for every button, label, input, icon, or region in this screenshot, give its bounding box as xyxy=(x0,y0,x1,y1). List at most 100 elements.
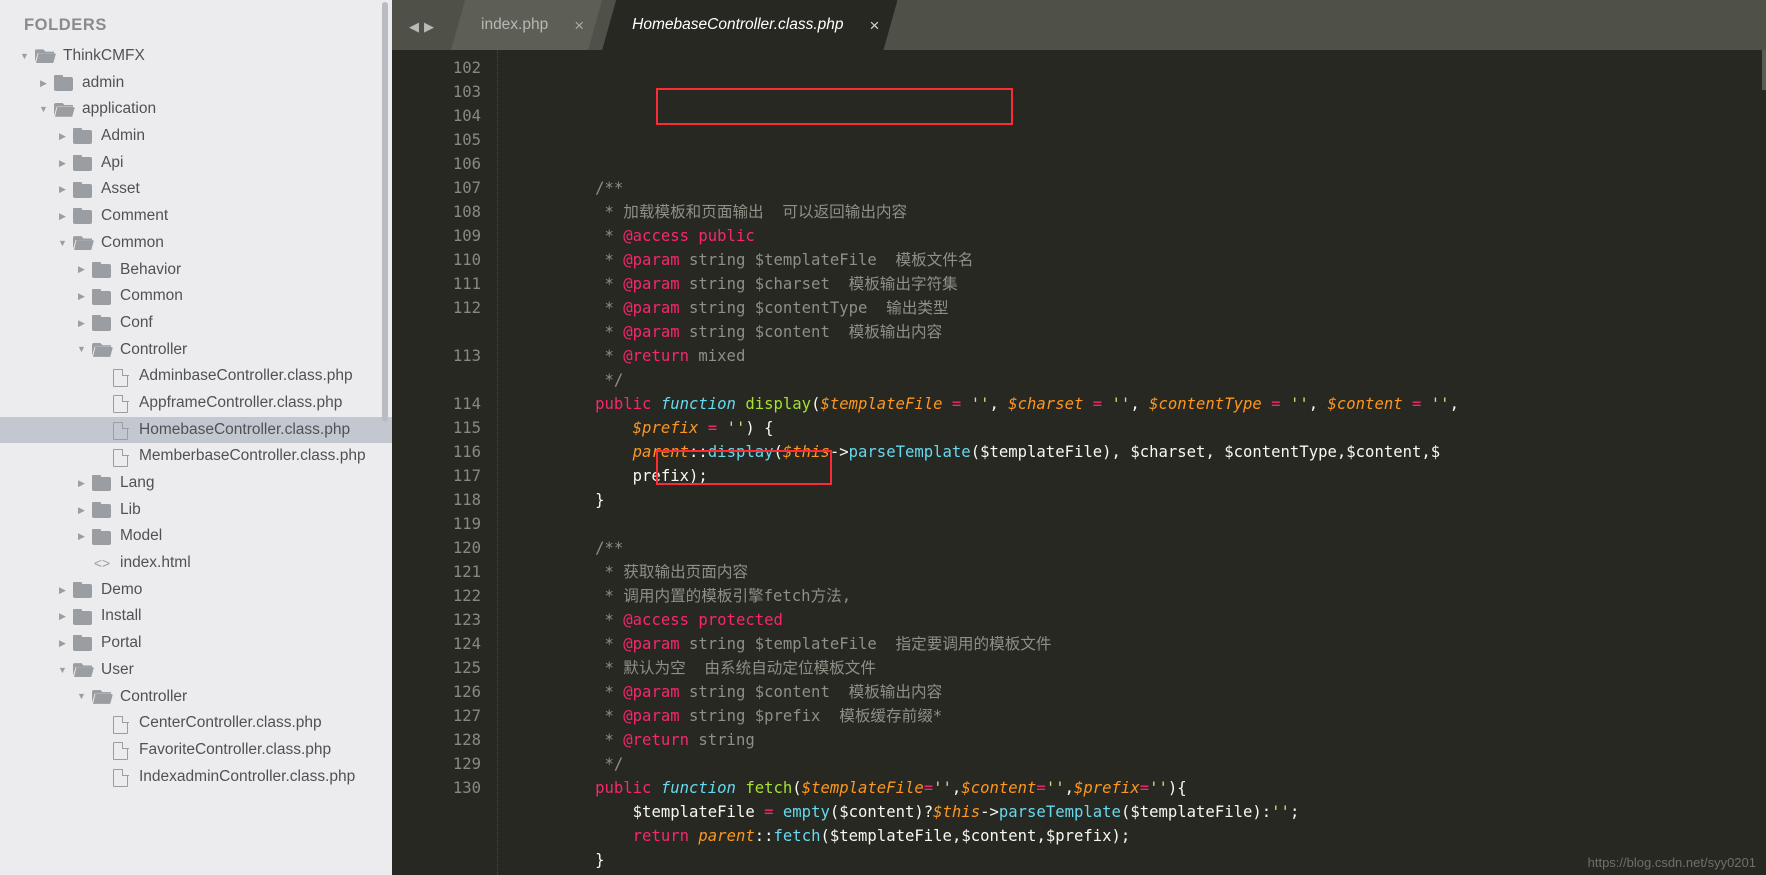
tree-folder-item[interactable]: ▼ Controller xyxy=(0,337,392,364)
chevron-down-icon[interactable]: ▼ xyxy=(56,665,69,675)
tree-folder-item[interactable]: ▶ Lib xyxy=(0,497,392,524)
code-line[interactable]: } xyxy=(520,848,1766,872)
code-token: string $content 模板输出内容 xyxy=(679,683,943,701)
folder-tree[interactable]: ▼ ThinkCMFX ▶ admin ▼ application ▶ Admin ▶ Api ▶ A… xyxy=(0,43,392,790)
tree-file-item[interactable]: FavoriteController.class.php xyxy=(0,737,392,764)
tree-folder-item[interactable]: ▶ Demo xyxy=(0,577,392,604)
chevron-right-icon[interactable]: ▶ xyxy=(56,585,69,595)
chevron-right-icon[interactable]: ▶ xyxy=(56,211,69,221)
tree-folder-item[interactable]: ▶ Lang xyxy=(0,470,392,497)
code-area[interactable]: 102 103 104 105 106 107 108 109 110 111 112 113 114 1… xyxy=(392,50,1766,875)
tree-file-item[interactable]: AppframeController.class.php xyxy=(0,390,392,417)
tree-folder-item[interactable]: ▶ Install xyxy=(0,603,392,630)
tree-folder-item[interactable]: ▶ Api xyxy=(0,150,392,177)
tree-file-item[interactable]: <> index.html xyxy=(0,550,392,577)
chevron-right-icon[interactable]: ▶ xyxy=(56,612,69,621)
chevron-right-icon[interactable]: ▶ xyxy=(56,638,69,648)
code-line[interactable]: */ xyxy=(520,368,1766,392)
chevron-right-icon[interactable]: ▶ xyxy=(56,131,69,141)
code-line[interactable]: return parent::fetch($templateFile,$cont… xyxy=(520,824,1766,848)
code-line[interactable] xyxy=(520,152,1766,176)
tree-folder-item[interactable]: ▼ Controller xyxy=(0,684,392,711)
code-line[interactable] xyxy=(520,512,1766,536)
code-line[interactable]: /** xyxy=(520,176,1766,200)
tree-file-item[interactable]: IndexadminController.class.php xyxy=(0,764,392,791)
tree-folder-item[interactable]: ▶ Behavior xyxy=(0,257,392,284)
code-line[interactable]: */ xyxy=(520,752,1766,776)
editor-tab[interactable]: index.php × xyxy=(451,0,602,50)
chevron-right-icon[interactable]: ▶ xyxy=(37,78,50,88)
chevron-right-icon[interactable]: ▶ xyxy=(75,318,88,328)
chevron-right-icon[interactable]: ▶ xyxy=(75,292,88,301)
code-line[interactable]: parent::display($this->parseTemplate($te… xyxy=(520,440,1766,464)
tab-nav-arrows[interactable]: ◀ ▶ xyxy=(392,20,451,50)
tree-folder-item[interactable]: ▶ Asset xyxy=(0,176,392,203)
chevron-down-icon[interactable]: ▼ xyxy=(18,51,31,61)
line-number: 117 xyxy=(452,467,481,485)
chevron-down-icon[interactable]: ▼ xyxy=(75,692,88,701)
chevron-right-icon[interactable]: ▶ xyxy=(56,158,69,168)
editor-tab[interactable]: HomebaseController.class.php × xyxy=(602,0,897,50)
code-token: * xyxy=(520,227,624,245)
tree-folder-item[interactable]: ▼ User xyxy=(0,657,392,684)
folder-open-icon xyxy=(91,342,113,358)
tree-folder-item[interactable]: ▶ Comment xyxy=(0,203,392,230)
tree-item-label: AppframeController.class.php xyxy=(139,393,343,411)
code-line[interactable]: * 获取输出页面内容 xyxy=(520,560,1766,584)
chevron-right-icon[interactable]: ▶ xyxy=(75,532,88,541)
chevron-right-icon[interactable]: ▶ xyxy=(56,185,69,194)
sidebar-scrollbar[interactable] xyxy=(382,2,388,422)
code-line[interactable]: * @return mixed xyxy=(520,344,1766,368)
tree-folder-item[interactable]: ▶ Conf xyxy=(0,310,392,337)
code-line[interactable]: * @access protected xyxy=(520,608,1766,632)
tree-file-item[interactable]: AdminbaseController.class.php xyxy=(0,363,392,390)
folder-closed-icon xyxy=(72,608,94,625)
code-line[interactable]: public function fetch($templateFile='',$… xyxy=(520,776,1766,800)
chevron-down-icon[interactable]: ▼ xyxy=(56,238,69,248)
tree-folder-item[interactable]: ▼ Common xyxy=(0,230,392,257)
tree-folder-item[interactable]: ▶ Model xyxy=(0,523,392,550)
code-token: '' xyxy=(1289,395,1309,413)
code-line[interactable]: public function display($templateFile = … xyxy=(520,392,1766,416)
code-line[interactable]: * @param string $templateFile 指定要调用的模板文件 xyxy=(520,632,1766,656)
code-line[interactable]: * @access public xyxy=(520,224,1766,248)
tree-file-item[interactable]: CenterController.class.php xyxy=(0,710,392,737)
code-line[interactable]: * 调用内置的模板引擎fetch方法, xyxy=(520,584,1766,608)
code-content[interactable]: /** * 加载模板和页面输出 可以返回输出内容 * @access publi… xyxy=(497,50,1766,875)
chevron-down-icon[interactable]: ▼ xyxy=(37,105,50,114)
tree-file-item[interactable]: HomebaseController.class.php xyxy=(0,416,392,444)
tab-close-icon[interactable]: × xyxy=(574,17,584,34)
nav-prev-icon[interactable]: ◀ xyxy=(409,20,419,33)
tree-folder-item[interactable]: ▼ ThinkCMFX xyxy=(0,43,392,70)
code-line[interactable]: * @param string $templateFile 模板文件名 xyxy=(520,248,1766,272)
code-line[interactable]: * @param string $content 模板输出内容 xyxy=(520,680,1766,704)
code-token: = xyxy=(1092,395,1103,413)
chevron-down-icon[interactable]: ▼ xyxy=(75,345,88,354)
chevron-right-icon[interactable]: ▶ xyxy=(75,478,88,488)
code-line[interactable]: * 加载模板和页面输出 可以返回输出内容 xyxy=(520,200,1766,224)
chevron-right-icon[interactable]: ▶ xyxy=(75,265,88,274)
tree-folder-item[interactable]: ▶ Admin xyxy=(0,123,392,150)
editor-scrollbar[interactable] xyxy=(1762,50,1766,90)
code-line[interactable]: * 默认为空 由系统自动定位模板文件 xyxy=(520,656,1766,680)
tree-folder-item[interactable]: ▶ admin xyxy=(0,70,392,97)
code-line[interactable]: * @param string $charset 模板输出字符集 xyxy=(520,272,1766,296)
tree-folder-item[interactable]: ▶ Common xyxy=(0,283,392,310)
file-icon xyxy=(110,715,132,734)
code-line[interactable]: * @param string $contentType 输出类型 xyxy=(520,296,1766,320)
code-line[interactable]: prefix); xyxy=(520,464,1766,488)
nav-next-icon[interactable]: ▶ xyxy=(424,20,434,33)
tree-folder-item[interactable]: ▶ Portal xyxy=(0,630,392,657)
code-line[interactable]: } xyxy=(520,488,1766,512)
code-line[interactable]: * @param string $prefix 模板缓存前缀* xyxy=(520,704,1766,728)
chevron-right-icon[interactable]: ▶ xyxy=(75,505,88,515)
code-line[interactable]: $prefix = '') { xyxy=(520,416,1766,440)
line-number: 107 xyxy=(452,179,481,197)
tab-close-icon[interactable]: × xyxy=(870,17,880,34)
code-line[interactable]: * @param string $content 模板输出内容 xyxy=(520,320,1766,344)
code-line[interactable]: /** xyxy=(520,536,1766,560)
code-line[interactable]: $templateFile = empty($content)?$this->p… xyxy=(520,800,1766,824)
code-line[interactable]: * @return string xyxy=(520,728,1766,752)
tree-folder-item[interactable]: ▼ application xyxy=(0,96,392,123)
tree-file-item[interactable]: MemberbaseController.class.php xyxy=(0,443,392,470)
